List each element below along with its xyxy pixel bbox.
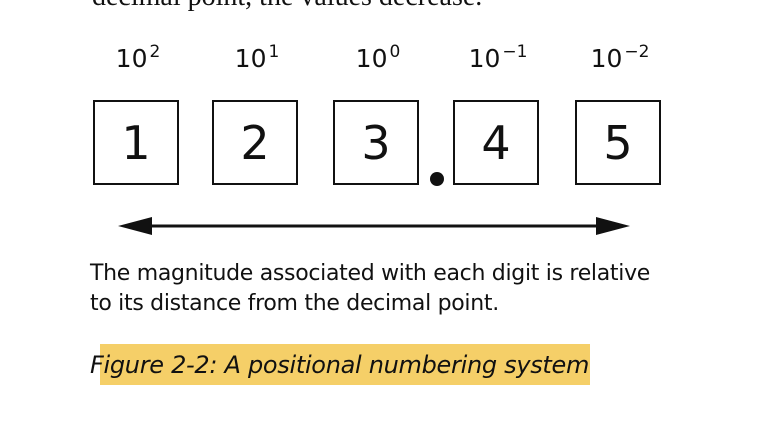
figure-caption: The magnitude associated with each digit… [90, 259, 710, 319]
digit-box-ones: 3 [333, 100, 419, 185]
power-base: 10 [115, 44, 148, 73]
power-label-tenths: 10 −1 [453, 42, 543, 77]
power-exponent: 0 [389, 42, 401, 62]
arrow-head-right [596, 217, 630, 235]
arrow-head-left [118, 217, 152, 235]
power-base: 10 [468, 44, 501, 73]
power-exponent: −1 [502, 42, 528, 62]
digit-box-hundreds: 1 [93, 100, 179, 185]
power-label-hundredths: 10 −2 [575, 42, 665, 77]
power-label-hundreds: 10 2 [93, 42, 183, 77]
digit-box-tens: 2 [212, 100, 298, 185]
caption-line-1: The magnitude associated with each digit… [90, 261, 651, 286]
power-base: 10 [590, 44, 623, 73]
power-label-tens: 10 1 [212, 42, 302, 77]
power-exponent: 1 [268, 42, 280, 62]
power-exponent: 2 [149, 42, 161, 62]
digit-box-hundredths: 5 [575, 100, 661, 185]
decimal-point [430, 172, 444, 186]
power-exponent: −2 [624, 42, 650, 62]
caption-line-2: to its distance from the decimal point. [90, 291, 499, 316]
power-label-ones: 10 0 [333, 42, 423, 77]
power-base: 10 [355, 44, 388, 73]
double-arrow-icon [118, 217, 630, 235]
power-base: 10 [234, 44, 267, 73]
figure-label: Figure 2-2: A positional numbering syste… [90, 344, 590, 385]
digit-box-tenths: 4 [453, 100, 539, 185]
intro-text-fragment: decimal point, the values decrease. [92, 0, 482, 12]
